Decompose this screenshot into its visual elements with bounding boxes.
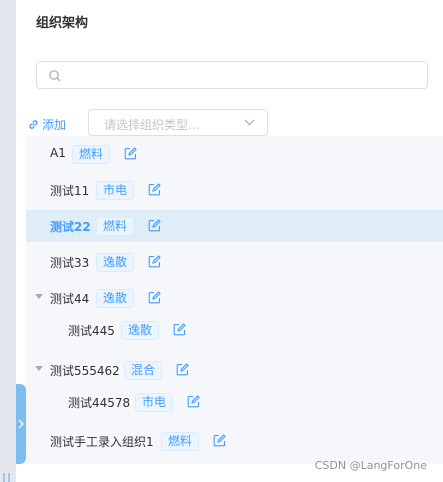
- tree-node[interactable]: 测试44578 市电: [26, 386, 443, 418]
- tree-node-label: 测试555462: [50, 364, 120, 378]
- edit-icon[interactable]: [148, 183, 161, 196]
- tree-node-tag: 混合: [124, 361, 163, 380]
- tree-node[interactable]: A1 燃料: [26, 138, 443, 170]
- tree-node-label: 测试33: [50, 256, 90, 270]
- org-type-select-placeholder: 请选择组织类型...: [104, 118, 200, 132]
- tree-node-tag: 燃料: [161, 432, 200, 451]
- chevron-down-icon: [244, 119, 255, 126]
- search-icon: [49, 70, 61, 82]
- tree-node[interactable]: 测试手工录入组织1 燃料: [26, 425, 443, 457]
- watermark: CSDN @LangForOne: [314, 459, 427, 472]
- search-input[interactable]: [36, 61, 428, 89]
- tree-node-tag: 市电: [96, 181, 135, 200]
- org-type-select[interactable]: 请选择组织类型...: [88, 109, 268, 136]
- tree-node-label: 测试22: [50, 220, 91, 234]
- tree-node-tag: 逸散: [96, 253, 135, 272]
- edit-icon[interactable]: [213, 434, 226, 447]
- edit-icon[interactable]: [176, 363, 189, 376]
- page-title: 组织架构: [36, 16, 89, 31]
- tree-node[interactable]: 测试555462 混合: [26, 354, 443, 386]
- sidebar-strip: [0, 0, 16, 482]
- tree-node-label: 测试手工录入组织1: [50, 435, 154, 449]
- tree-node-tag: 燃料: [72, 145, 111, 164]
- edit-icon[interactable]: [124, 147, 137, 160]
- edit-icon[interactable]: [187, 395, 200, 408]
- tree-node[interactable]: 测试33 逸散: [26, 246, 443, 278]
- edit-icon[interactable]: [148, 219, 161, 232]
- tree-node[interactable]: 测试445 逸散: [26, 314, 443, 346]
- collapse-toggle[interactable]: [16, 384, 26, 464]
- tree-node[interactable]: 测试44 逸散: [26, 282, 443, 314]
- caret-down-icon[interactable]: [35, 294, 43, 299]
- edit-icon[interactable]: [148, 291, 161, 304]
- chevron-right-icon: [18, 419, 24, 429]
- tree-node-label: 测试445: [68, 324, 115, 338]
- org-tree: A1 燃料 测试11 市电 测试22 燃料 测试33 逸散 测试44 逸散 测试445 逸散 测试555…: [26, 136, 443, 464]
- edit-icon[interactable]: [148, 255, 161, 268]
- tree-node-label: 测试44: [50, 292, 90, 306]
- resize-handle[interactable]: [3, 473, 10, 482]
- add-button[interactable]: 添加: [28, 116, 66, 133]
- tree-node-label: A1: [50, 146, 66, 160]
- caret-down-icon[interactable]: [35, 366, 43, 371]
- tree-node[interactable]: 测试11 市电: [26, 174, 443, 206]
- tree-node[interactable]: 测试22 燃料: [26, 210, 443, 242]
- tree-node-tag: 逸散: [96, 289, 135, 308]
- org-panel: 组织架构 添加 请选择组织类型... A1 燃料 测试11 市电 测试22 燃料 测试33 逸…: [16, 0, 443, 482]
- tree-node-tag: 燃料: [96, 217, 135, 236]
- tree-node-label: 测试11: [50, 184, 90, 198]
- add-button-label: 添加: [42, 118, 67, 132]
- tree-node-label: 测试44578: [68, 396, 131, 410]
- edit-icon[interactable]: [173, 323, 186, 336]
- tree-node-tag: 逸散: [121, 321, 160, 340]
- tree-node-tag: 市电: [135, 393, 174, 412]
- link-icon: [29, 120, 38, 129]
